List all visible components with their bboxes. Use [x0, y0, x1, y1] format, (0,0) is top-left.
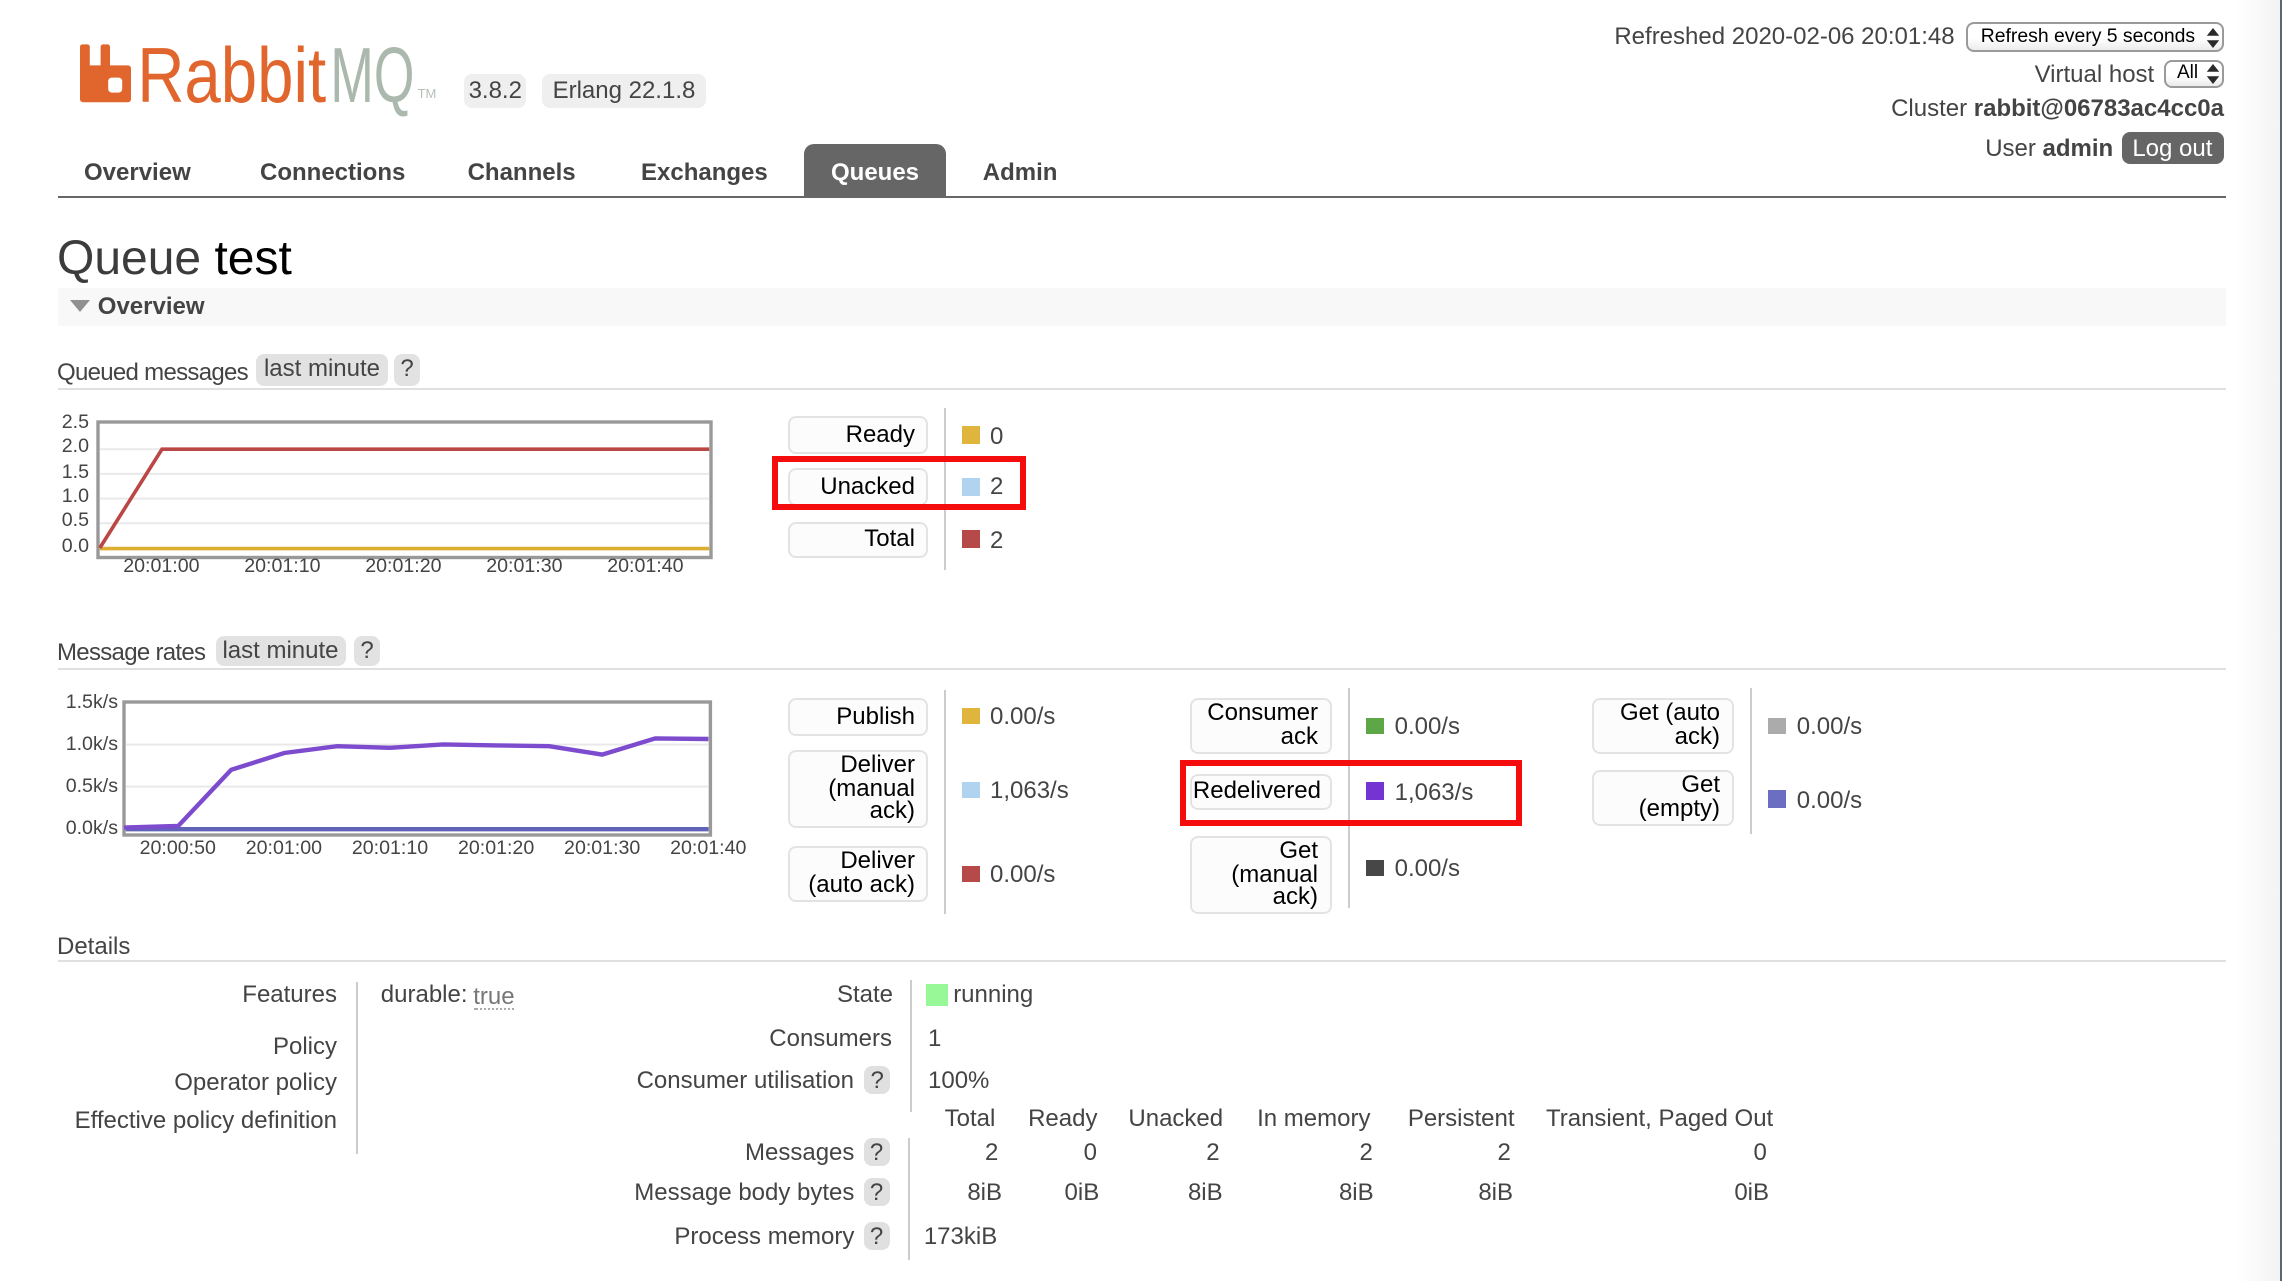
svg-text:MQ: MQ — [329, 31, 413, 119]
svg-text:Rabbit: Rabbit — [136, 31, 325, 119]
svg-text:TM: TM — [417, 86, 436, 101]
